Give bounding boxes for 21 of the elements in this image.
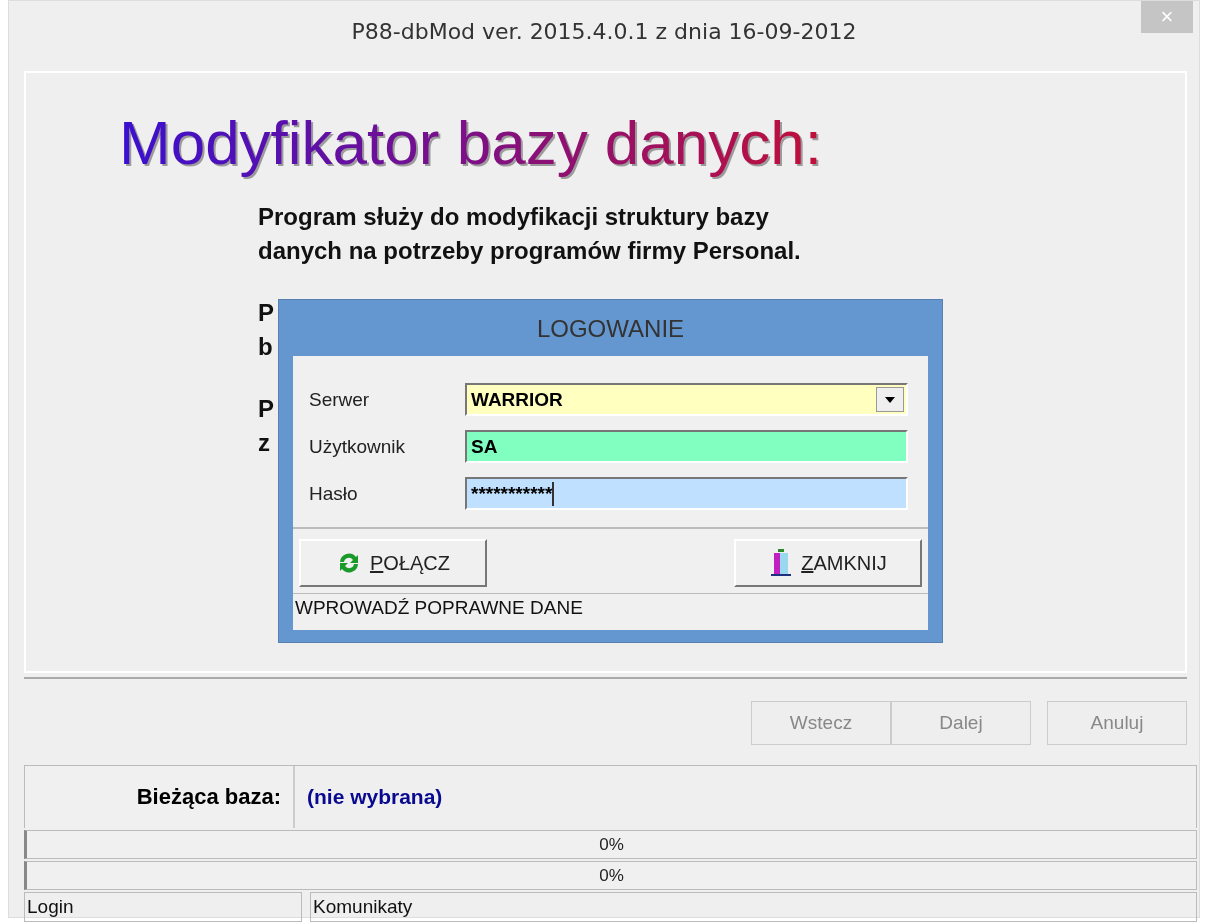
dialog-title: LOGOWANIE bbox=[535, 314, 686, 344]
field-label: Serwer bbox=[309, 388, 371, 411]
status-panel: Komunikaty bbox=[310, 892, 1197, 922]
dropdown-arrow-icon bbox=[885, 396, 895, 403]
progress-reading: 0% bbox=[599, 834, 624, 855]
window-title: P88-dbMod ver. 2015.4.0.1 z dnia 16-09-2012 bbox=[351, 18, 857, 44]
field-label: Hasło bbox=[309, 482, 359, 505]
server-dropdown[interactable]: WARRIOR bbox=[465, 383, 908, 416]
password-field[interactable]: *********** bbox=[465, 477, 908, 510]
progress-reading: 0% bbox=[599, 865, 624, 886]
door-icon bbox=[769, 549, 794, 577]
dialog-status: WPROWADŹ POPRAWNE DANE bbox=[293, 594, 928, 630]
input-field[interactable]: SA bbox=[465, 430, 908, 463]
status-panel: Login bbox=[24, 892, 302, 922]
description-text: Program służy do modyfikacji struktury bazy danych na potrzeby programów firmy Personal. bbox=[258, 202, 801, 266]
field-label: Użytkownik bbox=[309, 435, 407, 458]
current-db-value: (nie wybrana) bbox=[306, 784, 443, 810]
connect-button[interactable]: POŁĄCZ bbox=[299, 539, 487, 587]
description-text: P b bbox=[258, 298, 274, 362]
description-text: P z bbox=[258, 394, 274, 458]
close-button[interactable]: ZAMKNIJ bbox=[734, 539, 922, 587]
